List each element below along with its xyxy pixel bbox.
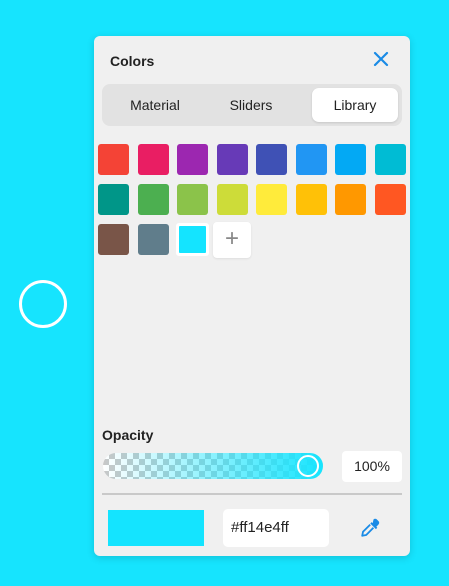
color-swatch[interactable]	[177, 144, 208, 175]
colors-panel: Colors Material Sliders Library + Opacit…	[94, 36, 410, 556]
color-swatch[interactable]	[216, 144, 248, 175]
close-icon	[373, 51, 389, 67]
divider	[102, 493, 402, 495]
tab-material[interactable]: Material	[108, 88, 202, 122]
eyedropper-button[interactable]	[358, 516, 382, 540]
tab-sliders[interactable]: Sliders	[204, 88, 298, 122]
color-swatch[interactable]	[256, 184, 287, 215]
color-swatch[interactable]	[98, 144, 129, 175]
opacity-slider[interactable]	[103, 453, 323, 479]
opacity-gradient	[103, 453, 323, 479]
add-color-button[interactable]: +	[213, 222, 251, 258]
color-swatch[interactable]	[137, 184, 169, 215]
hex-input[interactable]: #ff14e4ff	[223, 509, 329, 547]
eyedropper-icon	[361, 518, 380, 537]
tab-library[interactable]: Library	[312, 88, 398, 122]
color-swatch[interactable]	[216, 184, 248, 215]
color-swatch[interactable]	[374, 144, 406, 175]
color-swatch[interactable]	[335, 144, 366, 175]
plus-icon: +	[224, 225, 239, 252]
color-swatch[interactable]	[179, 226, 206, 253]
color-circle-shape[interactable]	[19, 280, 67, 328]
color-swatch[interactable]	[137, 224, 169, 255]
close-button[interactable]	[372, 50, 390, 68]
opacity-slider-handle[interactable]	[297, 455, 319, 477]
opacity-label: Opacity	[102, 427, 154, 443]
color-swatch[interactable]	[137, 144, 169, 175]
panel-title: Colors	[110, 53, 155, 69]
color-swatch[interactable]	[256, 144, 287, 175]
color-swatch[interactable]	[295, 144, 327, 175]
tab-bar: Material Sliders Library	[102, 84, 402, 126]
color-swatch[interactable]	[335, 184, 366, 215]
color-swatch[interactable]	[374, 184, 406, 215]
current-color-preview	[108, 510, 204, 546]
color-swatch[interactable]	[295, 184, 327, 215]
color-swatch[interactable]	[98, 224, 129, 255]
color-swatch[interactable]	[177, 184, 208, 215]
opacity-value-field[interactable]: 100%	[342, 451, 402, 482]
color-swatch[interactable]	[98, 184, 129, 215]
